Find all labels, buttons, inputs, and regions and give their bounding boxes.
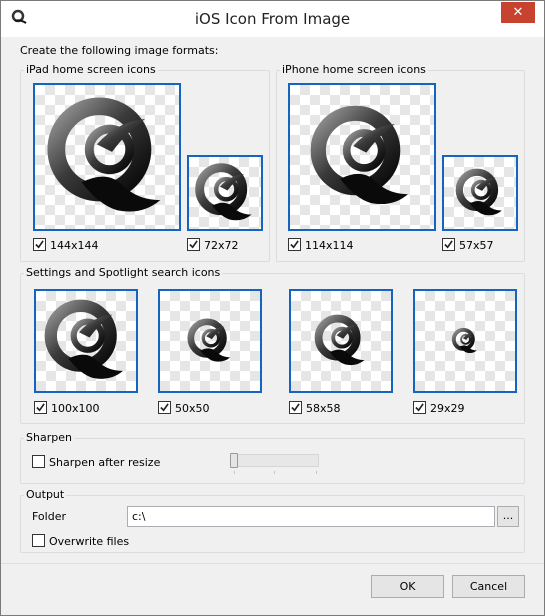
browse-button[interactable]: ... bbox=[497, 506, 519, 527]
label-57: 57x57 bbox=[459, 239, 494, 252]
checkbox-144[interactable] bbox=[33, 238, 46, 251]
ok-button[interactable]: OK bbox=[371, 575, 444, 598]
output-group-label: Output bbox=[24, 488, 67, 501]
label-72: 72x72 bbox=[204, 239, 239, 252]
checkmark-icon bbox=[189, 240, 198, 249]
app-logo-icon bbox=[451, 327, 479, 355]
checkmark-icon bbox=[444, 240, 453, 249]
label-144: 144x144 bbox=[50, 239, 99, 252]
icon-preview-29[interactable] bbox=[413, 289, 517, 393]
icon-preview-50[interactable] bbox=[158, 289, 262, 393]
app-logo-icon bbox=[160, 291, 260, 391]
slider-tick bbox=[316, 471, 317, 474]
ipad-group-label: iPad home screen icons bbox=[24, 63, 158, 76]
icon-preview-144[interactable] bbox=[33, 83, 181, 231]
iphone-group-label: iPhone home screen icons bbox=[280, 63, 428, 76]
folder-input[interactable] bbox=[127, 506, 495, 527]
checkbox-29[interactable] bbox=[413, 401, 426, 414]
intro-text: Create the following image formats: bbox=[20, 44, 219, 57]
iphone-icons-group: iPhone home screen icons 114x114 57x57 bbox=[276, 63, 525, 262]
window-title: iOS Icon From Image bbox=[194, 10, 351, 28]
overwrite-checkbox[interactable] bbox=[32, 534, 45, 547]
slider-tick bbox=[234, 471, 235, 474]
sharpen-checkbox-label: Sharpen after resize bbox=[49, 456, 161, 469]
icon-preview-58[interactable] bbox=[289, 289, 393, 393]
settings-icons-group: Settings and Spotlight search icons 100x… bbox=[20, 266, 525, 424]
checkbox-72[interactable] bbox=[187, 238, 200, 251]
checkbox-50[interactable] bbox=[158, 401, 171, 414]
app-logo-icon bbox=[291, 291, 391, 391]
ipad-icons-group: iPad home screen icons 144x144 72x72 bbox=[20, 63, 270, 262]
close-button[interactable]: ✕ bbox=[501, 2, 535, 23]
checkmark-icon bbox=[36, 403, 45, 412]
label-114: 114x114 bbox=[305, 239, 354, 252]
sharpen-slider-thumb[interactable] bbox=[230, 453, 238, 468]
app-logo-icon bbox=[444, 157, 516, 229]
title-bar: iOS Icon From Image ✕ bbox=[1, 1, 544, 37]
sharpen-checkbox[interactable] bbox=[32, 455, 45, 468]
checkmark-icon bbox=[160, 403, 169, 412]
label-58: 58x58 bbox=[306, 402, 341, 415]
app-logo-icon bbox=[189, 157, 261, 229]
checkbox-58[interactable] bbox=[289, 401, 302, 414]
sharpen-group: Sharpen Sharpen after resize bbox=[20, 431, 525, 484]
icon-preview-114[interactable] bbox=[288, 83, 436, 231]
slider-tick bbox=[274, 471, 275, 474]
label-100: 100x100 bbox=[51, 402, 100, 415]
dialog-window: iOS Icon From Image ✕ Create the followi… bbox=[0, 0, 545, 616]
checkmark-icon bbox=[415, 403, 424, 412]
dialog-footer: OK Cancel bbox=[1, 563, 544, 615]
cancel-button[interactable]: Cancel bbox=[452, 575, 525, 598]
app-logo-icon bbox=[290, 85, 434, 229]
checkbox-100[interactable] bbox=[34, 401, 47, 414]
icon-preview-57[interactable] bbox=[442, 155, 518, 231]
sharpen-slider-track[interactable] bbox=[231, 454, 319, 467]
checkbox-57[interactable] bbox=[442, 238, 455, 251]
folder-label: Folder bbox=[32, 510, 66, 523]
output-group: Output Folder ... Overwrite files bbox=[20, 488, 525, 553]
checkbox-114[interactable] bbox=[288, 238, 301, 251]
settings-group-label: Settings and Spotlight search icons bbox=[24, 266, 223, 279]
label-29: 29x29 bbox=[430, 402, 465, 415]
icon-preview-72[interactable] bbox=[187, 155, 263, 231]
checkmark-icon bbox=[35, 240, 44, 249]
icon-preview-100[interactable] bbox=[34, 289, 138, 393]
overwrite-checkbox-label: Overwrite files bbox=[49, 535, 130, 548]
checkmark-icon bbox=[291, 403, 300, 412]
app-logo-icon bbox=[36, 291, 136, 391]
label-50: 50x50 bbox=[175, 402, 210, 415]
app-logo-icon bbox=[35, 85, 179, 229]
dialog-content: Create the following image formats: iPad… bbox=[9, 37, 536, 563]
checkmark-icon bbox=[290, 240, 299, 249]
sharpen-group-label: Sharpen bbox=[24, 431, 74, 444]
